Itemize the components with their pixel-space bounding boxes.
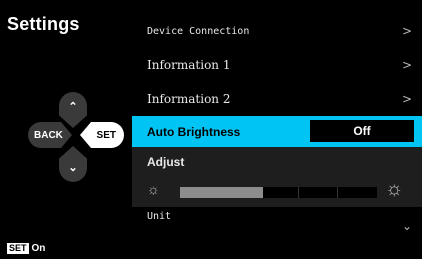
back-button[interactable]: BACK [28,122,72,148]
menu-item-label: Auto Brightness [147,124,241,139]
slider-segment [299,187,339,198]
set-button[interactable]: SET [80,122,124,148]
brightness-slider-fill [180,187,263,198]
menu-item-auto-brightness[interactable]: Auto Brightness Off [132,116,422,147]
menu-item-label: Device Connection [147,25,250,37]
menu-item-information-1[interactable]: Information 1 > [132,48,422,82]
chevron-down-icon: ⌄ [68,161,78,174]
menu-item-label: Information 2 [147,92,231,106]
chevron-right-icon: > [401,58,412,72]
adjust-label: Adjust [147,155,185,169]
menu-item-label: Information 1 [147,58,231,72]
brightness-slider[interactable] [180,187,377,198]
set-badge: SET [7,243,29,254]
slider-segment [259,187,299,198]
menu-item-label: Unit [147,211,172,222]
chevron-down-icon: ⌄ [401,219,412,233]
down-button[interactable]: ⌄ [59,146,87,182]
auto-brightness-value: Off [310,120,414,142]
menu-item-device-connection[interactable]: Device Connection > [132,14,422,48]
menu-item-information-2[interactable]: Information 2 > [132,82,422,116]
brightness-low-icon: ☼ [147,181,160,197]
footer-status-text: On [31,243,46,254]
menu-item-unit[interactable]: Unit ⌄ [132,207,422,241]
up-button[interactable]: ⌃ [59,92,87,128]
chevron-right-icon: > [401,24,412,38]
footer-status: SET On [7,243,45,254]
brightness-high-icon: ☼ [385,178,404,200]
direction-pad: ⌃ BACK SET ⌄ [0,0,130,259]
settings-menu: Device Connection > Information 1 > Info… [132,14,422,241]
chevron-up-icon: ⌃ [68,100,78,113]
chevron-right-icon: > [401,92,412,106]
adjust-panel: Adjust ☼ ☼ [132,147,422,207]
slider-segment [338,187,377,198]
